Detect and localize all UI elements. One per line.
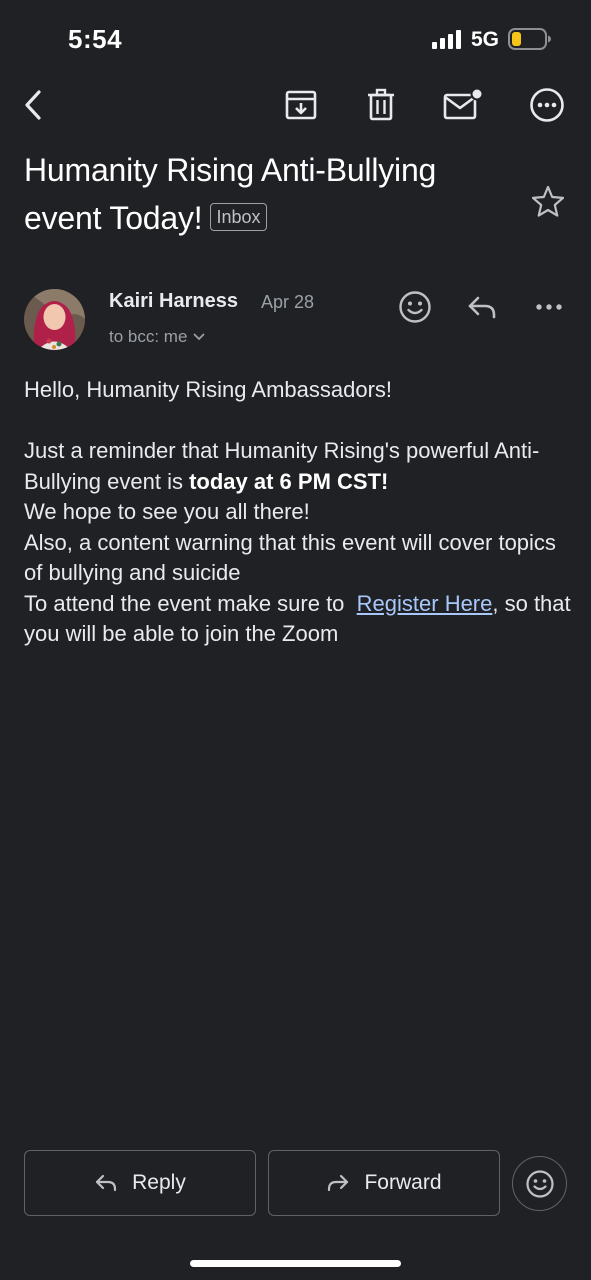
body-greeting: Hello, Humanity Rising Ambassadors! — [24, 377, 393, 402]
email-subject: Humanity Rising Anti-Bullying event Toda… — [24, 146, 494, 242]
inbox-label-badge[interactable]: Inbox — [210, 203, 267, 231]
email-screen: 5:54 5G Humanity Rising Anti-Bullying ev… — [0, 0, 591, 1280]
email-body: Hello, Humanity Rising Ambassadors! Just… — [24, 375, 574, 650]
sender-date: Apr 28 — [261, 292, 315, 312]
more-circle-icon — [530, 88, 564, 122]
battery-icon — [508, 28, 551, 50]
archive-button[interactable] — [276, 80, 326, 130]
signal-icon — [432, 30, 461, 49]
forward-button[interactable]: Forward — [268, 1150, 500, 1216]
forward-button-label: Forward — [364, 1171, 442, 1194]
star-icon[interactable] — [530, 184, 566, 220]
recipients-toggle[interactable]: to bcc: me — [109, 327, 205, 347]
reply-icon-button[interactable] — [460, 285, 504, 329]
mark-unread-button[interactable] — [437, 80, 487, 130]
body-paragraph-4: To attend the event make sure to Registe… — [24, 589, 574, 650]
chevron-left-icon — [25, 90, 41, 120]
more-options-button[interactable] — [522, 80, 572, 130]
reply-icon — [468, 296, 496, 319]
sender-name[interactable]: Kairi Harness — [109, 290, 238, 313]
emoji-reaction-button[interactable] — [512, 1156, 567, 1211]
email-toolbar — [0, 80, 591, 130]
react-emoji-button[interactable] — [393, 285, 437, 329]
reply-icon — [96, 1174, 117, 1192]
status-bar: 5:54 5G — [0, 0, 591, 80]
more-horizontal-icon — [536, 304, 562, 310]
avatar-image — [24, 289, 85, 350]
recipients-text: to bcc: me — [109, 327, 188, 346]
network-label: 5G — [471, 28, 500, 51]
forward-icon — [328, 1174, 349, 1192]
body-paragraph-3: Also, a content warning that this event … — [24, 529, 556, 586]
chevron-down-icon — [194, 333, 205, 341]
archive-icon — [285, 90, 317, 120]
body-paragraph-1: Just a reminder that Humanity Rising's p… — [24, 436, 574, 497]
status-time: 5:54 — [68, 24, 123, 54]
body-text-segment: To attend the event make sure to — [24, 590, 357, 616]
mail-unread-icon — [443, 88, 482, 120]
reply-button-label: Reply — [132, 1171, 186, 1194]
event-time-bold: today at 6 PM CST! — [189, 468, 389, 494]
smiley-icon — [525, 1169, 554, 1198]
smiley-icon — [399, 291, 431, 323]
home-indicator[interactable] — [190, 1260, 401, 1267]
delete-button[interactable] — [356, 80, 406, 130]
trash-icon — [368, 88, 394, 121]
body-paragraph-2: We hope to see you all there! — [24, 499, 310, 524]
back-button[interactable] — [9, 80, 59, 130]
sender-avatar[interactable] — [24, 289, 85, 350]
reply-button[interactable]: Reply — [24, 1150, 256, 1216]
register-here-link[interactable]: Register Here — [357, 591, 493, 616]
message-more-button[interactable] — [527, 285, 571, 329]
